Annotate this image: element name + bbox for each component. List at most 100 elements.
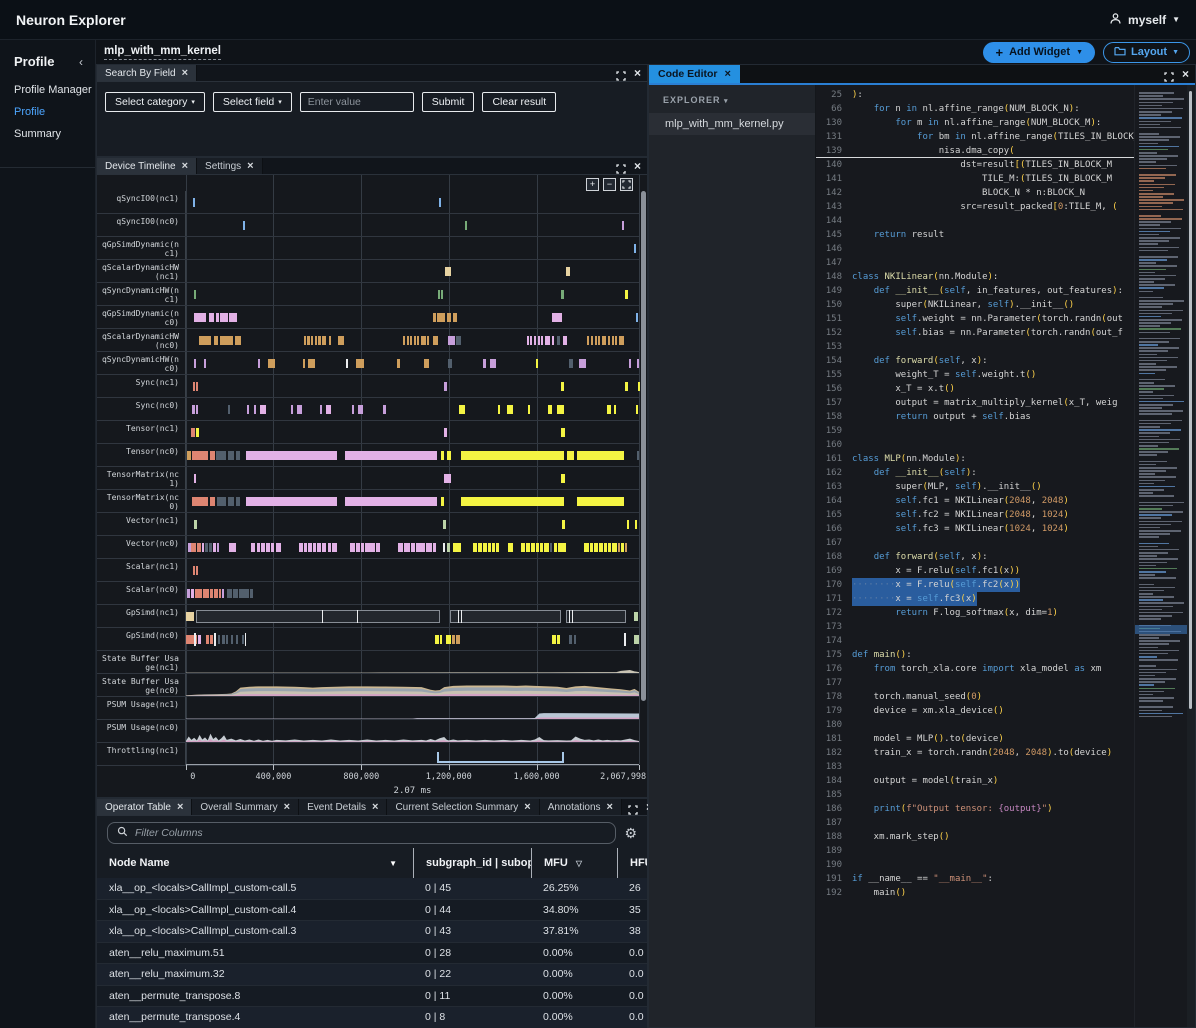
track-lane[interactable] <box>186 421 639 443</box>
fit-view-button[interactable] <box>620 178 633 191</box>
code-line[interactable]: 173 <box>816 620 1134 634</box>
code-line[interactable]: 166 self.fc3 = NKILinear(1024, 1024) <box>816 522 1134 536</box>
code-line[interactable]: 182 train_x = torch.randn(2048, 2048).to… <box>816 746 1134 760</box>
sidebar-item-summary[interactable]: Summary <box>0 123 95 145</box>
code-line[interactable]: 189 <box>816 844 1134 858</box>
code-line[interactable]: 175def main(): <box>816 648 1134 662</box>
code-line[interactable]: 152 self.bias = nn.Parameter(torch.randn… <box>816 326 1134 340</box>
code-line[interactable]: 179 device = xm.xla_device() <box>816 704 1134 718</box>
select-field-button[interactable]: Select field▾ <box>213 92 292 112</box>
close-icon[interactable]: × <box>247 160 253 172</box>
code-line[interactable]: 161class MLP(nn.Module): <box>816 452 1134 466</box>
expand-icon[interactable] <box>616 161 626 171</box>
code-line[interactable]: 164 self.fc1 = NKILinear(2048, 2048) <box>816 494 1134 508</box>
code-line[interactable]: 162 def __init__(self): <box>816 466 1134 480</box>
code-line[interactable]: 165 self.fc2 = NKILinear(2048, 1024) <box>816 508 1134 522</box>
code-line[interactable]: 171········x = self.fc3(x) <box>816 592 1134 606</box>
code-line[interactable]: 143 src=result_packed[0:TILE_M, ( <box>816 200 1134 214</box>
close-icon[interactable]: × <box>1182 67 1189 81</box>
track-lane[interactable] <box>186 559 639 581</box>
tab-operator-table[interactable]: Operator Table× <box>97 799 192 815</box>
code-line[interactable]: 130 for m in nl.affine_range(NUM_BLOCK_M… <box>816 116 1134 130</box>
close-icon[interactable]: × <box>725 68 731 80</box>
code-line[interactable]: 159 <box>816 424 1134 438</box>
clear-result-button[interactable]: Clear result <box>482 92 556 112</box>
code-line[interactable]: 177 <box>816 676 1134 690</box>
tab-current-selection-summary[interactable]: Current Selection Summary× <box>387 799 539 815</box>
track-lane[interactable] <box>186 697 639 719</box>
table-row[interactable]: xla__op_<locals>CallImpl_custom-call.30 … <box>97 921 647 943</box>
track-lane[interactable] <box>186 720 639 742</box>
code-line[interactable]: 158 return output + self.bias <box>816 410 1134 424</box>
table-row[interactable]: xla__op_<locals>CallImpl_custom-call.40 … <box>97 900 647 922</box>
column-header[interactable]: HFU <box>617 848 647 878</box>
code-line[interactable]: 176 from torch_xla.core import xla_model… <box>816 662 1134 676</box>
gear-icon[interactable]: ⚙ <box>624 825 637 842</box>
column-header[interactable]: Node Name▼ <box>97 848 413 878</box>
code-line[interactable]: 168 def forward(self, x): <box>816 550 1134 564</box>
expand-icon[interactable] <box>628 802 638 812</box>
code-line[interactable]: 186 print(f"Output tensor: {output}") <box>816 802 1134 816</box>
track-lane[interactable] <box>186 260 639 282</box>
document-tab[interactable]: mlp_with_mm_kernel <box>104 45 221 60</box>
code-scrollbar[interactable] <box>1187 85 1195 1027</box>
code-line[interactable]: 180 <box>816 718 1134 732</box>
track-lane[interactable] <box>186 490 639 512</box>
table-row[interactable]: aten__permute_transpose.40 | 80.00%0.0 <box>97 1007 647 1028</box>
select-category-button[interactable]: Select category▾ <box>105 92 205 112</box>
code-line[interactable]: 149 def __init__(self, in_features, out_… <box>816 284 1134 298</box>
code-line[interactable]: 163 super(MLP, self).__init__() <box>816 480 1134 494</box>
code-line[interactable]: 139 nisa.dma_copy( <box>816 144 1134 158</box>
code-line[interactable]: 181 model = MLP().to(device) <box>816 732 1134 746</box>
close-icon[interactable]: × <box>607 801 613 813</box>
close-icon[interactable]: × <box>182 160 188 172</box>
selection-bracket[interactable] <box>437 752 564 763</box>
code-line[interactable]: 25): <box>816 88 1134 102</box>
explorer-header[interactable]: EXPLORER ▾ <box>649 85 815 113</box>
code-line[interactable]: 184 output = model(train_x) <box>816 774 1134 788</box>
column-header[interactable]: MFU▽ <box>531 848 617 878</box>
submit-button[interactable]: Submit <box>422 92 475 112</box>
track-lane[interactable] <box>186 352 639 374</box>
code-line[interactable]: 145 return result <box>816 228 1134 242</box>
code-line[interactable]: 148class NKILinear(nn.Module): <box>816 270 1134 284</box>
layout-button[interactable]: Layout ▼ <box>1103 42 1190 63</box>
track-lane[interactable] <box>186 398 639 420</box>
table-row[interactable]: xla__op_<locals>CallImpl_custom-call.50 … <box>97 878 647 900</box>
track-lane[interactable] <box>186 329 639 351</box>
close-icon[interactable]: × <box>372 801 378 813</box>
code-line[interactable]: 141 TILE_M:(TILES_IN_BLOCK_M <box>816 172 1134 186</box>
track-lane[interactable] <box>186 191 639 213</box>
close-icon[interactable]: × <box>284 801 290 813</box>
tab-settings[interactable]: Settings× <box>197 158 263 174</box>
track-lane[interactable] <box>186 628 639 650</box>
code-line[interactable]: 191if __name__ == "__main__": <box>816 872 1134 886</box>
track-lane[interactable] <box>186 283 639 305</box>
user-menu[interactable]: myself ▼ <box>1109 12 1180 28</box>
code-line[interactable]: 183 <box>816 760 1134 774</box>
code-line[interactable]: 188 xm.mark_step() <box>816 830 1134 844</box>
code-line[interactable]: 167 <box>816 536 1134 550</box>
code-line[interactable]: 160 <box>816 438 1134 452</box>
sort-icon[interactable]: ▽ <box>576 859 582 868</box>
code-minimap[interactable] <box>1134 85 1187 1027</box>
sort-icon[interactable]: ▼ <box>389 859 397 868</box>
track-lane[interactable] <box>186 214 639 236</box>
code-line[interactable]: 156 x_T = x.t() <box>816 382 1134 396</box>
code-line[interactable]: 192 main() <box>816 886 1134 900</box>
code-line[interactable]: 157 output = matrix_multiply_kernel(x_T,… <box>816 396 1134 410</box>
code-line[interactable]: 185 <box>816 788 1134 802</box>
code-line[interactable]: 154 def forward(self, x): <box>816 354 1134 368</box>
track-lane[interactable] <box>186 306 639 328</box>
sidebar-item-profile[interactable]: Profile <box>0 101 95 123</box>
code-area[interactable]: 25):66 for n in nl.affine_range(NUM_BLOC… <box>816 85 1134 1027</box>
zoom-out-button[interactable]: − <box>603 178 616 191</box>
filter-columns-input[interactable] <box>135 827 606 839</box>
code-line[interactable]: 150 super(NKILinear, self).__init__() <box>816 298 1134 312</box>
track-lane[interactable] <box>186 375 639 397</box>
code-line[interactable]: 172 return F.log_softmax(x, dim=1) <box>816 606 1134 620</box>
code-line[interactable]: 144 <box>816 214 1134 228</box>
code-line[interactable]: 66 for n in nl.affine_range(NUM_BLOCK_N)… <box>816 102 1134 116</box>
tab-event-details[interactable]: Event Details× <box>299 799 387 815</box>
code-line[interactable]: 169 x = F.relu(self.fc1(x)) <box>816 564 1134 578</box>
